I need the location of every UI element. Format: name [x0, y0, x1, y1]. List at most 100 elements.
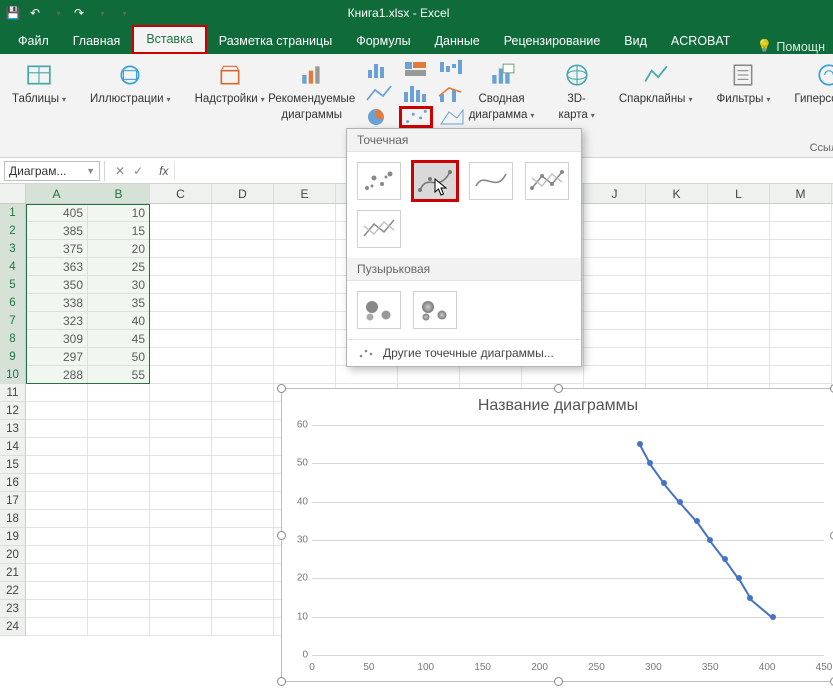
- cell[interactable]: [150, 276, 212, 294]
- data-point[interactable]: [661, 480, 667, 486]
- tab-review[interactable]: Рецензирование: [492, 29, 613, 54]
- cell[interactable]: [150, 528, 212, 546]
- cell[interactable]: [584, 222, 646, 240]
- cell[interactable]: [212, 600, 274, 618]
- cell[interactable]: [646, 258, 708, 276]
- cell[interactable]: 309: [26, 330, 88, 348]
- cell[interactable]: [646, 276, 708, 294]
- enter-icon[interactable]: ✓: [133, 164, 143, 178]
- cell[interactable]: [150, 600, 212, 618]
- cell[interactable]: 55: [88, 366, 150, 384]
- cell[interactable]: [26, 510, 88, 528]
- cell[interactable]: 338: [26, 294, 88, 312]
- data-point[interactable]: [637, 441, 643, 447]
- cell[interactable]: [584, 330, 646, 348]
- cell[interactable]: [584, 276, 646, 294]
- cell[interactable]: [212, 330, 274, 348]
- cell[interactable]: [212, 438, 274, 456]
- row-header[interactable]: 18: [0, 510, 26, 528]
- statistical-chart-button[interactable]: [399, 82, 433, 104]
- cell[interactable]: 297: [26, 348, 88, 366]
- cell[interactable]: [460, 366, 522, 384]
- cell[interactable]: [150, 312, 212, 330]
- cell[interactable]: [212, 222, 274, 240]
- cell[interactable]: [274, 348, 336, 366]
- 3d-map-button[interactable]: 3D- карта: [554, 58, 598, 124]
- cell[interactable]: [150, 492, 212, 510]
- cell[interactable]: [708, 240, 770, 258]
- scatter-straight-lines[interactable]: [357, 210, 401, 248]
- cell[interactable]: [584, 366, 646, 384]
- cell[interactable]: [212, 618, 274, 636]
- data-point[interactable]: [722, 556, 728, 562]
- data-point[interactable]: [694, 518, 700, 524]
- row-header[interactable]: 1: [0, 204, 26, 222]
- cell[interactable]: [708, 312, 770, 330]
- cell[interactable]: [88, 492, 150, 510]
- row-header[interactable]: 19: [0, 528, 26, 546]
- tab-formulas[interactable]: Формулы: [344, 29, 422, 54]
- tab-file[interactable]: Файл: [6, 29, 61, 54]
- cell[interactable]: [26, 564, 88, 582]
- cell[interactable]: [150, 438, 212, 456]
- chart-plot-area[interactable]: 0102030405060050100150200250300350400450: [312, 425, 824, 655]
- tab-acrobat[interactable]: ACROBAT: [659, 29, 743, 54]
- cell[interactable]: [212, 474, 274, 492]
- tell-me[interactable]: 💡 Помощн: [757, 39, 825, 54]
- cell[interactable]: [150, 222, 212, 240]
- scatter-chart-button[interactable]: [399, 106, 433, 128]
- cell[interactable]: [770, 222, 832, 240]
- cell[interactable]: [26, 546, 88, 564]
- cell[interactable]: [150, 330, 212, 348]
- cell[interactable]: [212, 510, 274, 528]
- cell[interactable]: [646, 312, 708, 330]
- column-header[interactable]: L: [708, 184, 770, 203]
- scatter-smooth-markers[interactable]: [413, 162, 457, 200]
- cell[interactable]: [212, 348, 274, 366]
- row-header[interactable]: 20: [0, 546, 26, 564]
- cell[interactable]: [150, 510, 212, 528]
- scatter-straight-markers[interactable]: [525, 162, 569, 200]
- cell[interactable]: [212, 294, 274, 312]
- cell[interactable]: [26, 420, 88, 438]
- redo-dropdown-icon[interactable]: [94, 6, 108, 20]
- cell[interactable]: 405: [26, 204, 88, 222]
- row-header[interactable]: 5: [0, 276, 26, 294]
- row-header[interactable]: 11: [0, 384, 26, 402]
- cell[interactable]: [88, 618, 150, 636]
- undo-dropdown-icon[interactable]: [50, 6, 64, 20]
- cell[interactable]: [88, 402, 150, 420]
- cell[interactable]: [770, 240, 832, 258]
- row-header[interactable]: 22: [0, 582, 26, 600]
- cell[interactable]: [398, 366, 460, 384]
- cell[interactable]: 375: [26, 240, 88, 258]
- row-header[interactable]: 13: [0, 420, 26, 438]
- cell[interactable]: [212, 546, 274, 564]
- illustrations-button[interactable]: Иллюстрации: [86, 58, 175, 108]
- cell[interactable]: [88, 474, 150, 492]
- row-header[interactable]: 8: [0, 330, 26, 348]
- cell[interactable]: [150, 456, 212, 474]
- cell[interactable]: [212, 582, 274, 600]
- cell[interactable]: [88, 600, 150, 618]
- cell[interactable]: [150, 420, 212, 438]
- cell[interactable]: [212, 366, 274, 384]
- cell[interactable]: [522, 366, 584, 384]
- select-all-corner[interactable]: [0, 184, 26, 203]
- chart-object[interactable]: Название диаграммы 010203040506005010015…: [281, 388, 833, 682]
- cell[interactable]: [212, 312, 274, 330]
- cell[interactable]: [770, 312, 832, 330]
- cell[interactable]: [26, 492, 88, 510]
- cell[interactable]: [584, 294, 646, 312]
- line-chart-button[interactable]: [363, 82, 397, 104]
- row-header[interactable]: 24: [0, 618, 26, 636]
- row-header[interactable]: 16: [0, 474, 26, 492]
- column-header[interactable]: E: [274, 184, 336, 203]
- cell[interactable]: [150, 258, 212, 276]
- cell[interactable]: 288: [26, 366, 88, 384]
- column-chart-button[interactable]: [363, 58, 397, 80]
- cell[interactable]: [212, 204, 274, 222]
- cell[interactable]: [212, 492, 274, 510]
- cell[interactable]: [150, 204, 212, 222]
- data-point[interactable]: [770, 614, 776, 620]
